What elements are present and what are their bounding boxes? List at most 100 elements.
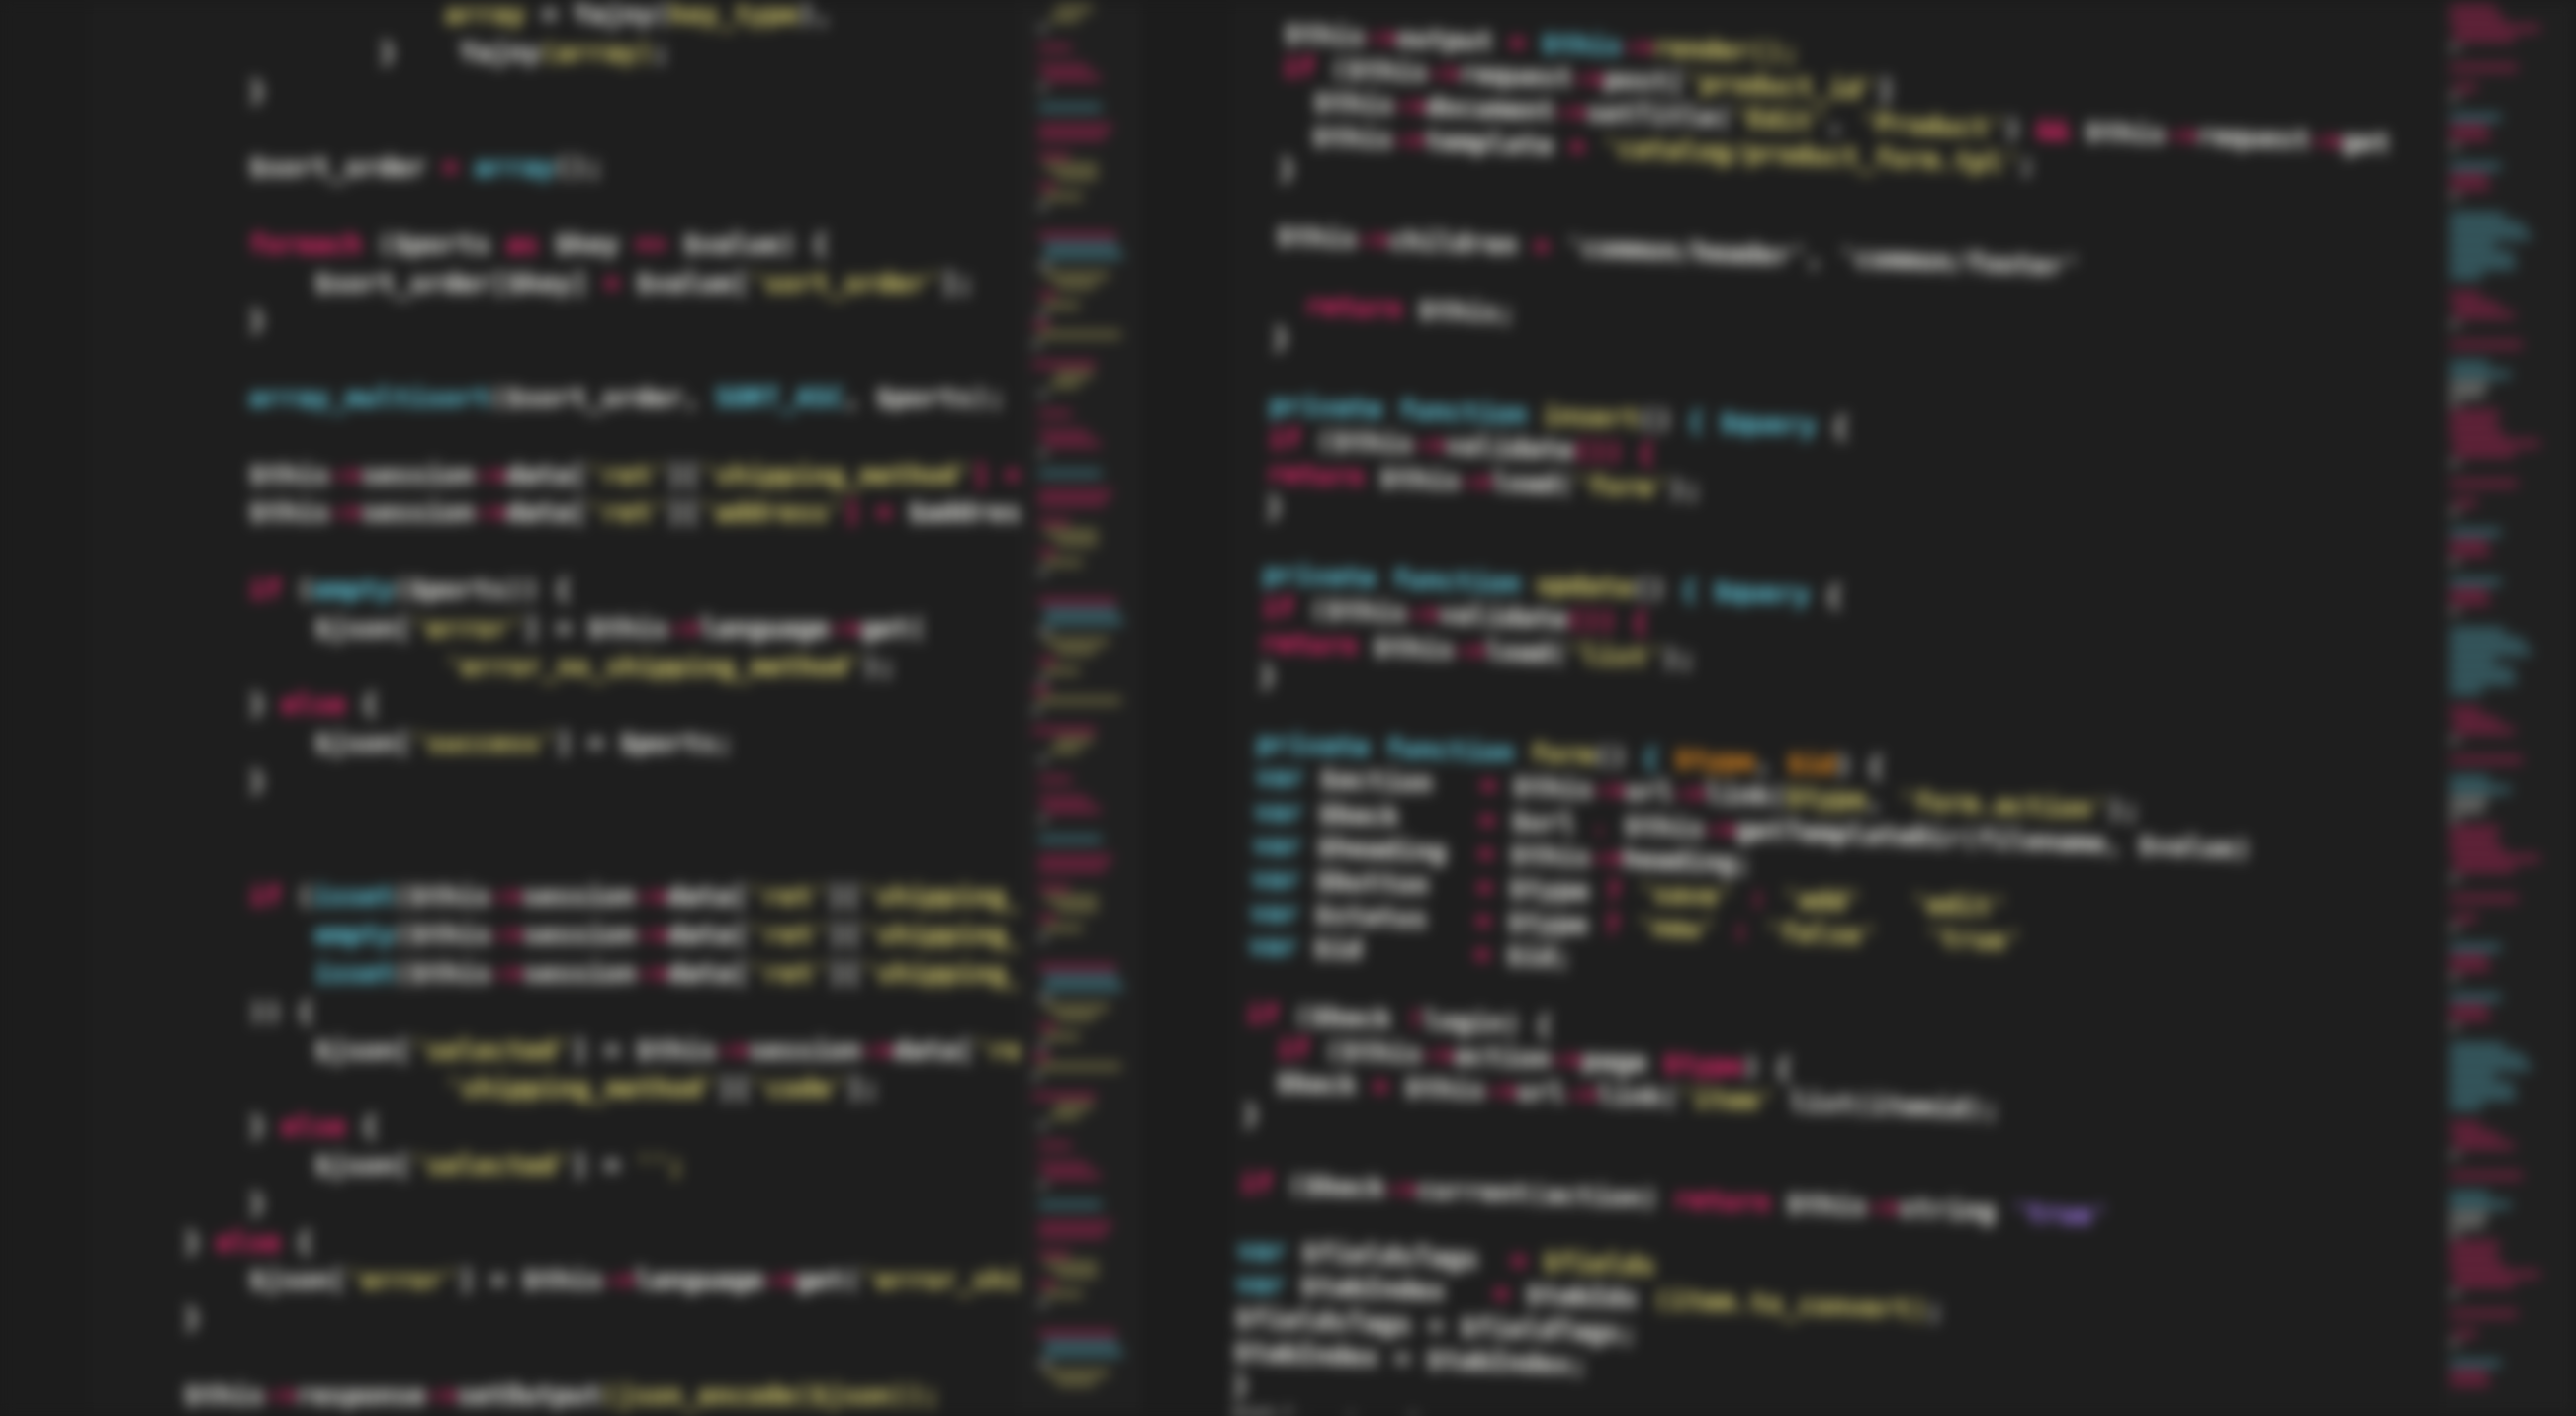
minimap-line [2450,1024,2460,1029]
minimap-line [1038,1282,1056,1286]
code-token: -> [1621,31,1655,64]
minimap-line [2450,125,2487,130]
code-token: url [1516,1076,1566,1109]
code-token: language [700,612,830,644]
code-token: session [361,497,475,529]
minimap-line [1044,164,1098,169]
minimap-line [2453,26,2541,31]
code-token: 'ret' [586,459,667,490]
code-token: data [666,881,732,913]
minimap-line [2450,1054,2524,1059]
minimap-line [2453,441,2541,446]
minimap-line [1032,362,1097,367]
minimap-line [2450,1232,2460,1237]
code-token: $json [314,1034,396,1066]
code-token: get( [795,1265,860,1296]
code-token: ($this [395,958,491,989]
minimap-line [2450,1084,2515,1089]
minimap-line [2450,926,2460,930]
code-token: -> [1364,21,1398,54]
minimap-line [2450,589,2487,594]
code-token: ? [1587,910,1638,943]
minimap-line [2453,85,2477,90]
code-token: = [1516,230,1566,263]
code-token: [ [329,1265,346,1296]
minimap-line [1056,1104,1093,1108]
code-token: -> [1550,1043,1584,1077]
minimap-line [1044,530,1098,535]
minimap-line [2450,817,2460,822]
editor-pane-left[interactable]: array = Yajny(key_type),} Yajny(array);}… [0,0,1019,1416]
minimap-right[interactable] [2443,0,2576,1416]
code-token: } [249,75,266,107]
code-token: language [635,1265,764,1296]
code-token: ][ [666,459,700,490]
code-token: login [1422,1005,1505,1039]
minimap-line [2450,6,2497,11]
minimap-line [1044,194,1084,199]
minimap-line [2450,995,2502,1000]
editor-pane-right[interactable]: $this->output = $this->render(); if ($thi… [1137,0,2423,1416]
line-text: } [249,303,265,340]
minimap-line [1038,629,1051,634]
minimap-line [1056,1015,1097,1019]
minimap-line [1038,1202,1103,1207]
code-token: ( [1660,1082,1679,1113]
code-token: : [1732,881,1783,915]
code-token: } [184,1303,201,1335]
code-token: ()) { [1573,435,1655,470]
minimap-line [1032,322,1050,327]
code-token: $this; [1401,294,1516,329]
code-token: ( [361,228,395,260]
minimap-line [1044,1291,1084,1296]
minimap-line [2450,16,2504,21]
code-token: 'error' [345,1265,459,1296]
code-token: -> [763,1265,796,1296]
minimap-line [2450,1341,2460,1346]
code-token: $this [249,497,330,529]
code-line: $this->session->data['ret']['address'] =… [0,494,1019,532]
minimap-left[interactable] [1019,0,1137,1416]
code-token: -> [1311,1407,1345,1416]
minimap-line [1038,935,1048,940]
minimap-line [1044,926,1084,930]
line-text: $this->response->setOutput(json_encode($… [184,1377,939,1415]
code-token: { [345,1111,379,1143]
code-line: $json['selected'] = $this->session->data… [0,1032,1019,1070]
code-token: -> [829,612,861,644]
code-area[interactable]: $this->output = $this->render(); if ($thi… [1137,0,2422,1416]
code-token: ) { [779,228,829,260]
minimap-line [2450,599,2491,604]
code-token: $back [1310,1001,1392,1035]
code-token: -> [2164,120,2198,152]
code-token: ($this [1299,425,1414,461]
code-token: session [748,1034,861,1066]
code-token: (); [554,152,603,184]
code-token: if [1277,1033,1310,1066]
code-line: array = Yajny(key_type), [0,0,1019,34]
code-token: $back [1301,797,1400,833]
line-text: if (empty($ports)) { [249,572,571,609]
minimap-line [2450,708,2481,713]
code-token: -> [490,958,524,989]
code-line: } else { [0,686,1019,724]
minimap-line [1038,757,1048,762]
code-token: } [1259,661,1277,692]
minimap-line [1044,1262,1098,1267]
minimap-line [2450,1153,2460,1158]
code-token: -> [489,881,523,913]
code-area[interactable]: array = Yajny(key_type),} Yajny(array);}… [0,0,1019,1416]
minimap-line [1038,1361,1051,1366]
minimap-line [1056,1380,1097,1385]
minimap-line [1038,550,1056,555]
minimap-line [1038,797,1090,802]
code-token: $json [314,1150,396,1181]
minimap-line [1050,382,1080,387]
code-token: ? [1588,876,1639,910]
